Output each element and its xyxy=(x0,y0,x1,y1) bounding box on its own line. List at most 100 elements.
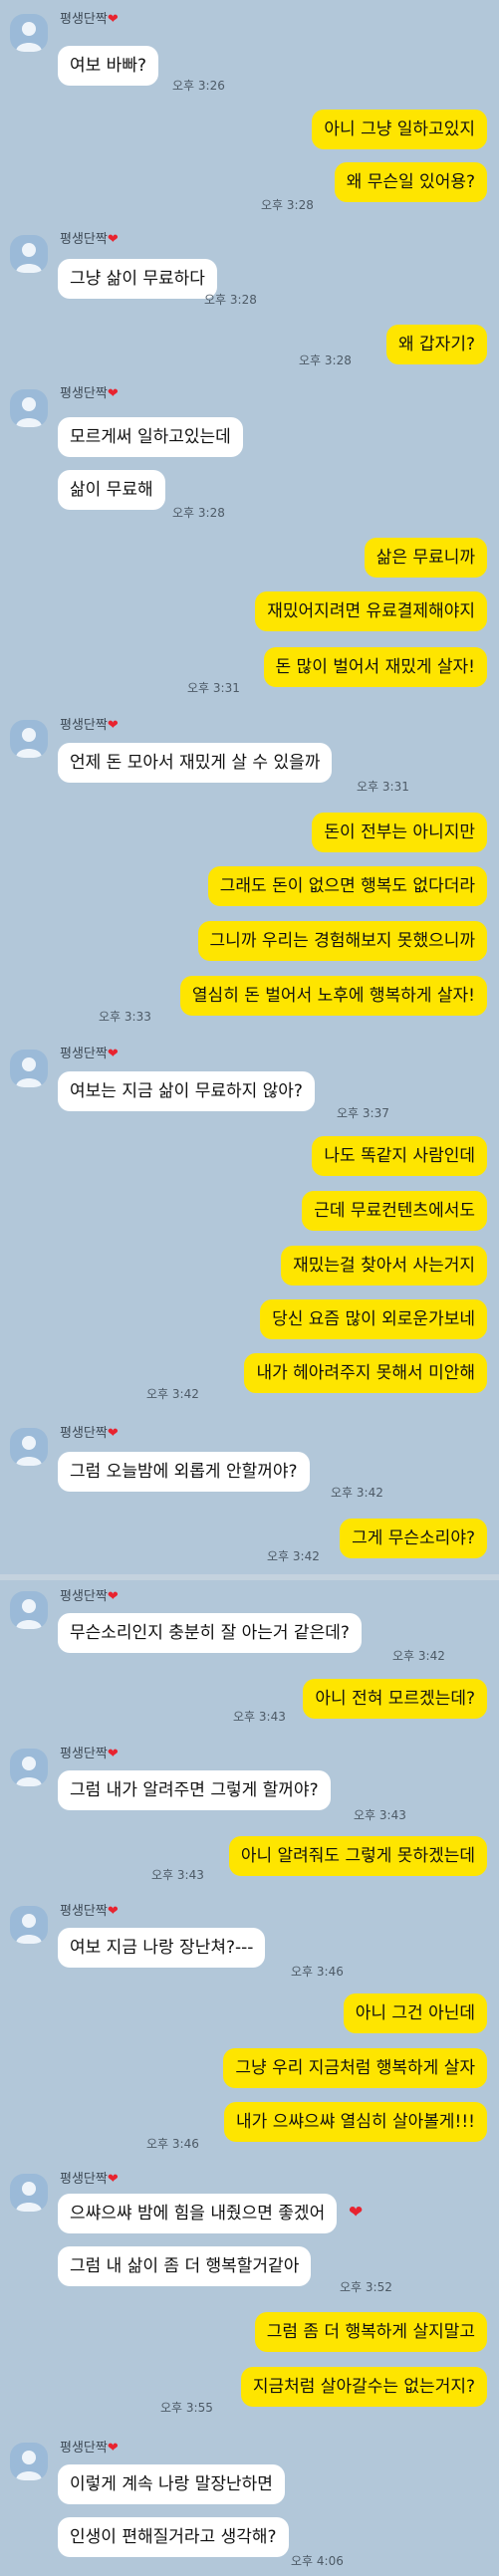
message-bubble[interactable]: 그래도 돈이 없으면 행복도 없다더라 xyxy=(207,866,487,906)
heart-icon: ❤ xyxy=(107,2172,119,2187)
heart-icon: ❤ xyxy=(107,1747,119,1761)
heart-icon: ❤ xyxy=(107,1589,119,1604)
heart-icon: ❤ xyxy=(107,2441,119,2456)
message-bubble[interactable]: 그니까 우리는 경험해보지 못했으니까 xyxy=(197,921,487,961)
sender-name-text: 평생단짝 xyxy=(60,386,108,401)
sender-name-text: 평생단짝 xyxy=(60,718,108,733)
message-bubble[interactable]: 그냥 우리 지금처럼 행복하게 살자 xyxy=(223,2048,487,2088)
message-bubble[interactable]: 아니 알려줘도 그렇게 못하겠는데 xyxy=(228,1836,487,1876)
message-time: 오후 3:52 xyxy=(340,2280,392,2294)
message-time: 오후 3:43 xyxy=(151,1868,204,1882)
message-bubble[interactable]: 무슨소리인지 충분히 잘 아는거 같은데? xyxy=(58,1613,362,1653)
sender-name: 평생단짝❤ xyxy=(60,12,119,28)
sender-name: 평생단짝❤ xyxy=(60,718,119,734)
message-bubble[interactable]: 재밌어지려면 유료결제해야지 xyxy=(255,591,487,631)
avatar[interactable] xyxy=(10,14,48,52)
avatar[interactable] xyxy=(10,2443,48,2480)
sender-name-text: 평생단짝 xyxy=(60,1747,108,1761)
sender-name-text: 평생단짝 xyxy=(60,1426,108,1441)
message-bubble[interactable]: 열심히 돈 벌어서 노후에 행복하게 살자! xyxy=(179,976,487,1016)
message-bubble[interactable]: 그럼 좀 더 행복하게 살지말고 xyxy=(254,2312,487,2352)
message-time: 오후 3:31 xyxy=(187,681,240,695)
message-bubble[interactable]: 왜 갑자기? xyxy=(386,325,487,364)
sender-name: 평생단짝❤ xyxy=(60,2172,119,2188)
message-bubble[interactable]: 그냥 삶이 무료하다 xyxy=(58,259,217,299)
sender-name-text: 평생단짝 xyxy=(60,2172,108,2187)
capture-seam xyxy=(0,1574,499,1580)
message-time: 오후 3:28 xyxy=(261,198,314,212)
message-time: 오후 3:28 xyxy=(204,293,257,307)
message-bubble[interactable]: 왜 무슨일 있어용? xyxy=(334,162,487,202)
sender-name: 평생단짝❤ xyxy=(60,1047,119,1062)
message-time: 오후 3:42 xyxy=(146,1387,199,1401)
heart-icon: ❤ xyxy=(107,1904,119,1919)
chat-screen: 평생단짝❤ 여보 바빠? 오후 3:26 아니 그냥 일하고있지 왜 무슨일 있… xyxy=(0,0,499,2576)
heart-icon: ❤ xyxy=(349,2203,364,2223)
avatar[interactable] xyxy=(10,1428,48,1466)
sender-name: 평생단짝❤ xyxy=(60,1747,119,1762)
message-time: 오후 3:42 xyxy=(267,1549,320,1563)
heart-icon: ❤ xyxy=(107,1426,119,1441)
message-bubble[interactable]: 아니 전혀 모르겠는데? xyxy=(303,1679,487,1719)
message-time: 오후 3:28 xyxy=(299,353,352,367)
sender-name: 평생단짝❤ xyxy=(60,1589,119,1605)
avatar[interactable] xyxy=(10,2174,48,2212)
message-bubble[interactable]: 여보 바빠? xyxy=(58,46,158,86)
sender-name-text: 평생단짝 xyxy=(60,1589,108,1604)
message-time: 오후 3:42 xyxy=(392,1649,445,1663)
message-bubble[interactable]: 내가 으쌰으쌰 열심히 살아볼게!!! xyxy=(224,2102,487,2142)
message-bubble[interactable]: 돈 많이 벌어서 재밌게 살자! xyxy=(263,647,487,687)
message-bubble[interactable]: 지금처럼 살아갈수는 없는거지? xyxy=(240,2367,487,2407)
message-time: 오후 3:55 xyxy=(160,2401,213,2415)
heart-icon: ❤ xyxy=(107,12,119,27)
message-time: 오후 3:37 xyxy=(337,1106,389,1120)
message-bubble[interactable]: 그럼 오늘밤에 외롭게 안할꺼야? xyxy=(58,1452,310,1492)
avatar[interactable] xyxy=(10,1749,48,1786)
message-bubble[interactable]: 나도 똑같지 사람인데 xyxy=(312,1136,487,1176)
message-bubble[interactable]: 삶은 무료니까 xyxy=(364,538,487,578)
sender-name: 평생단짝❤ xyxy=(60,1426,119,1442)
heart-icon: ❤ xyxy=(107,386,119,401)
sender-name: 평생단짝❤ xyxy=(60,2441,119,2457)
message-bubble[interactable]: 이렇게 계속 나랑 말장난하면 xyxy=(58,2464,285,2504)
message-bubble[interactable]: 모르게써 일하고있는데 xyxy=(58,417,243,457)
sender-name: 평생단짝❤ xyxy=(60,386,119,402)
message-bubble[interactable]: 당신 요즘 많이 외로운가보네 xyxy=(260,1299,487,1339)
sender-name-text: 평생단짝 xyxy=(60,1047,108,1061)
sender-name: 평생단짝❤ xyxy=(60,1904,119,1920)
message-bubble[interactable]: 그럼 내가 알려주면 그렇게 할꺼야? xyxy=(58,1770,331,1810)
message-bubble[interactable]: 언제 돈 모아서 재밌게 살 수 있을까 xyxy=(58,743,333,783)
message-time: 오후 3:46 xyxy=(146,2137,199,2151)
message-time: 오후 3:31 xyxy=(357,780,409,794)
avatar[interactable] xyxy=(10,1591,48,1629)
message-time: 오후 3:43 xyxy=(233,1710,286,1724)
heart-icon: ❤ xyxy=(107,232,119,247)
message-time: 오후 3:33 xyxy=(99,1010,151,1024)
message-time: 오후 3:43 xyxy=(354,1808,406,1822)
message-bubble[interactable]: 여보 지금 나랑 장난쳐?--- xyxy=(58,1928,266,1968)
sender-name-text: 평생단짝 xyxy=(60,1904,108,1919)
message-bubble[interactable]: 아니 그건 아닌데 xyxy=(343,1993,487,2033)
message-bubble[interactable]: 여보는 지금 삶이 무료하지 않아? xyxy=(58,1071,315,1111)
message-bubble[interactable]: 으쌰으쌰 밤에 힘을 내줬으면 좋겠어 xyxy=(58,2194,338,2233)
sender-name: 평생단짝❤ xyxy=(60,232,119,248)
message-bubble[interactable]: 재밌는걸 찾아서 사는거지 xyxy=(281,1246,487,1286)
avatar[interactable] xyxy=(10,389,48,427)
message-bubble[interactable]: 그게 무슨소리야? xyxy=(340,1519,487,1558)
message-time: 오후 3:28 xyxy=(172,506,225,520)
sender-name-text: 평생단짝 xyxy=(60,12,108,27)
message-bubble[interactable]: 아니 그냥 일하고있지 xyxy=(312,110,487,149)
message-bubble[interactable]: 근데 무료컨텐츠에서도 xyxy=(302,1191,487,1231)
avatar[interactable] xyxy=(10,1050,48,1087)
message-bubble[interactable]: 삶이 무료해 xyxy=(58,470,165,510)
message-bubble[interactable]: 인생이 편해질거라고 생각해? xyxy=(58,2517,289,2557)
avatar[interactable] xyxy=(10,1906,48,1944)
message-bubble[interactable]: 그럼 내 삶이 좀 더 행복할거같아 xyxy=(58,2246,312,2286)
heart-icon: ❤ xyxy=(107,718,119,733)
message-bubble[interactable]: 내가 헤아려주지 못해서 미안해 xyxy=(244,1353,487,1393)
avatar[interactable] xyxy=(10,235,48,273)
avatar[interactable] xyxy=(10,720,48,758)
message-time: 오후 3:46 xyxy=(291,1965,344,1979)
message-bubble[interactable]: 돈이 전부는 아니지만 xyxy=(312,813,487,852)
heart-icon: ❤ xyxy=(107,1047,119,1061)
